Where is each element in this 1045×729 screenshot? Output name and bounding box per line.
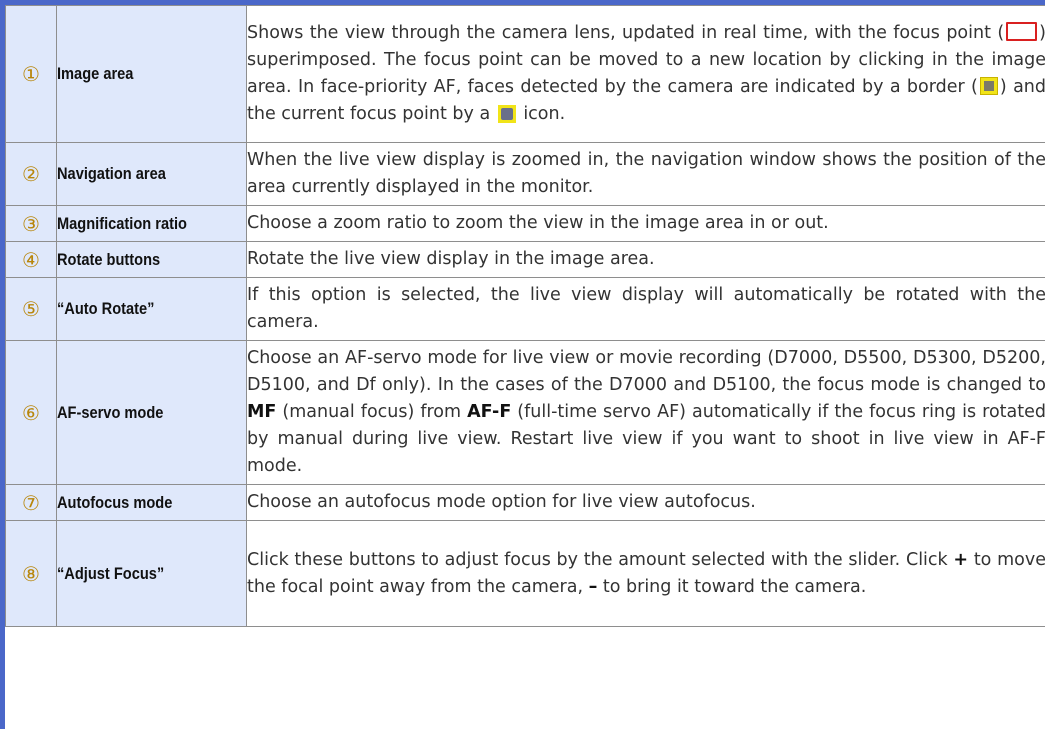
row-label: Magnification ratio xyxy=(56,205,247,242)
table-row: ⑧ “Adjust Focus” Click these buttons to … xyxy=(5,520,1045,627)
row-description: When the live view display is zoomed in,… xyxy=(246,142,1045,206)
manual-page: ① Image area Shows the view through the … xyxy=(0,0,1045,729)
row-number: ① xyxy=(5,5,57,143)
row-label: “Auto Rotate” xyxy=(56,277,247,341)
description-text: Shows the view through the camera lens, … xyxy=(247,23,1005,43)
row-description: Click these buttons to adjust focus by t… xyxy=(246,520,1045,627)
row-number: ⑦ xyxy=(5,484,57,521)
description-text: to bring it toward the camera. xyxy=(597,576,867,597)
row-description: Choose an autofocus mode option for live… xyxy=(246,484,1045,521)
row-label: AF-servo mode xyxy=(56,340,247,485)
row-label-text: Magnification ratio xyxy=(57,213,187,233)
table-row: ② Navigation area When the live view dis… xyxy=(5,142,1045,206)
row-label: Image area xyxy=(56,5,247,143)
table-row: ⑦ Autofocus mode Choose an autofocus mod… xyxy=(5,484,1045,521)
row-label-text: Rotate buttons xyxy=(57,249,161,269)
row-label-text: Autofocus mode xyxy=(57,492,173,512)
row-number: ⑧ xyxy=(5,520,57,627)
table-row: ③ Magnification ratio Choose a zoom rati… xyxy=(5,205,1045,242)
table-row: ⑥ AF-servo mode Choose an AF-servo mode … xyxy=(5,340,1045,485)
row-label: Rotate buttons xyxy=(56,241,247,278)
current-focus-face-icon xyxy=(497,105,516,123)
row-number: ⑥ xyxy=(5,340,57,485)
description-text: icon. xyxy=(517,104,566,124)
row-description: Choose an AF-servo mode for live view or… xyxy=(246,340,1045,485)
row-description: Choose a zoom ratio to zoom the view in … xyxy=(246,205,1045,242)
row-label-text: “Adjust Focus” xyxy=(57,563,165,583)
description-text: (manual focus) from xyxy=(276,402,468,422)
row-label: Navigation area xyxy=(56,142,247,206)
row-label: “Adjust Focus” xyxy=(56,520,247,627)
row-number: ⑤ xyxy=(5,277,57,341)
live-view-controls-table: ① Image area Shows the view through the … xyxy=(5,5,1045,627)
row-label-text: “Auto Rotate” xyxy=(57,299,155,318)
table-row: ① Image area Shows the view through the … xyxy=(5,5,1045,143)
row-label-text: Navigation area xyxy=(57,164,166,183)
mode-mf-label: MF xyxy=(247,402,277,422)
table-row: ⑤ “Auto Rotate” If this option is select… xyxy=(5,277,1045,341)
row-description: Shows the view through the camera lens, … xyxy=(246,5,1045,143)
row-label-text: AF-servo mode xyxy=(57,402,164,422)
focus-frame-icon xyxy=(1006,22,1038,41)
face-border-icon xyxy=(979,77,998,95)
description-text: Choose an AF-servo mode for live view or… xyxy=(247,348,1045,395)
mode-af-f-label: AF-F xyxy=(467,402,512,422)
row-label: Autofocus mode xyxy=(56,484,247,521)
description-text: Click these buttons to adjust focus by t… xyxy=(247,549,954,570)
plus-symbol: + xyxy=(953,549,969,570)
row-description: If this option is selected, the live vie… xyxy=(246,277,1045,341)
row-number: ③ xyxy=(5,205,57,242)
row-description: Rotate the live view display in the imag… xyxy=(246,241,1045,278)
table-row: ④ Rotate buttons Rotate the live view di… xyxy=(5,241,1045,278)
row-number: ④ xyxy=(5,241,57,278)
row-label-text: Image area xyxy=(57,64,134,83)
row-number: ② xyxy=(5,142,57,206)
